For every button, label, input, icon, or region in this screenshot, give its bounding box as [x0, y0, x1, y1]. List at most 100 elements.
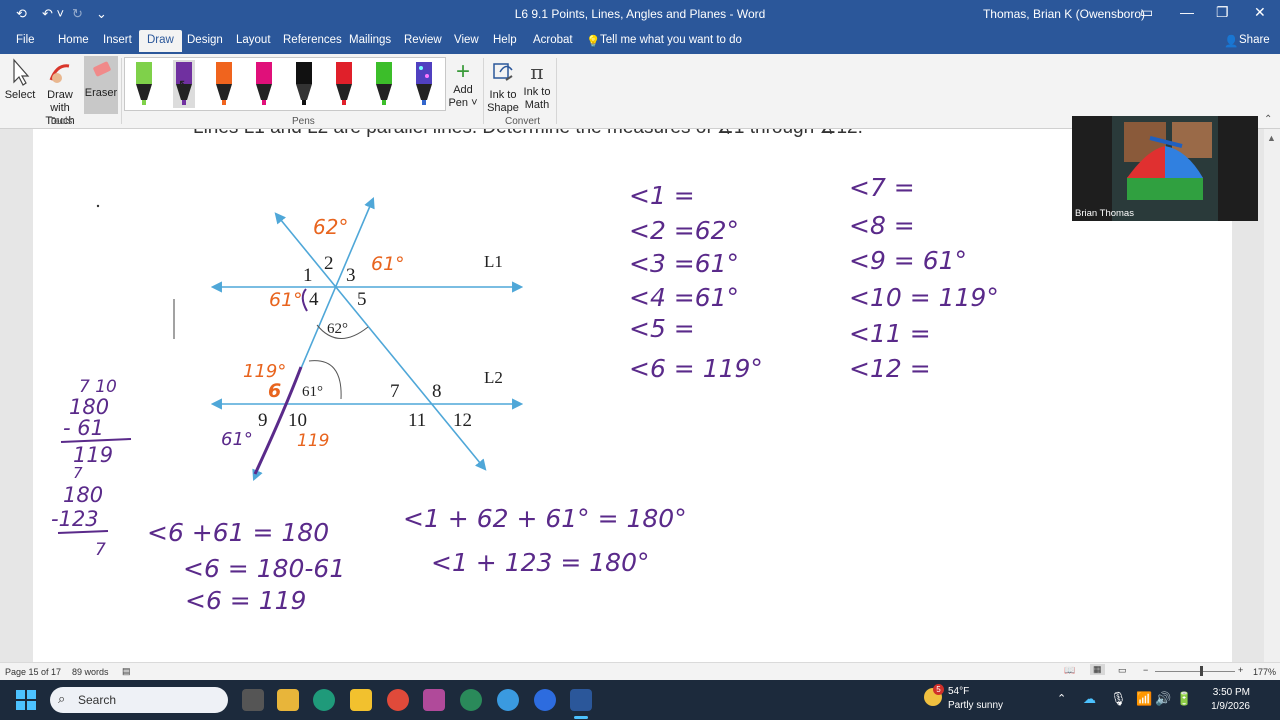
ink-61-right: 61°	[371, 253, 405, 275]
pen-highlighter-green[interactable]	[133, 60, 155, 108]
eraser-button[interactable]: Eraser	[84, 56, 118, 114]
web-layout-icon[interactable]: ▭	[1118, 665, 1127, 676]
ink-to-math-button[interactable]: π Ink to Math	[521, 58, 553, 112]
word-count[interactable]: 89 words	[72, 667, 109, 677]
label-61-degrees: 61°	[302, 384, 323, 400]
show-hidden-icons-icon[interactable]: ⌃	[1057, 692, 1066, 705]
page-count[interactable]: Page 15 of 17	[5, 667, 61, 677]
read-mode-icon[interactable]: 📖	[1064, 665, 1075, 676]
answer-angle-9: <9 = 61°	[849, 246, 967, 275]
pen-orange[interactable]	[213, 60, 235, 108]
title-bar: ⟲ ↶ ˅ ↻ ⌄ L6 9.1 Points, Lines, Angles a…	[0, 0, 1280, 28]
calc-minus-123: -123	[51, 507, 99, 531]
video-thumbnail[interactable]: Brian Thomas	[1072, 116, 1258, 221]
maximize-icon[interactable]: ❐	[1216, 4, 1229, 21]
volume-icon[interactable]: 🔊	[1155, 691, 1171, 707]
close-icon[interactable]: ✕	[1254, 4, 1266, 21]
pen-galaxy[interactable]	[413, 60, 435, 108]
vertical-scrollbar[interactable]: ▲	[1264, 129, 1280, 662]
pen-black[interactable]	[293, 60, 315, 108]
pen-red[interactable]	[333, 60, 355, 108]
equation-line-2: <6 = 180-61	[183, 554, 345, 583]
tab-layout[interactable]: Layout	[236, 34, 271, 46]
add-pen-label-2: Pen ˅	[448, 97, 478, 109]
onedrive-icon[interactable]: ☁	[1083, 691, 1096, 707]
minimize-icon[interactable]: —	[1180, 4, 1194, 20]
tools-group-label: Tools	[49, 116, 73, 127]
wifi-icon[interactable]: 📶	[1136, 691, 1152, 707]
share-button[interactable]: Share	[1239, 34, 1270, 46]
label-62-degrees: 62°	[327, 321, 348, 337]
clock-date[interactable]: 1/9/2026	[1200, 701, 1250, 712]
ink-61-bottom: 61°	[221, 429, 253, 450]
zoom-out-icon[interactable]: −	[1143, 665, 1148, 675]
snipping-tool-icon[interactable]	[423, 689, 445, 711]
calc-180-2: 180	[63, 483, 103, 507]
eraser-label: Eraser	[84, 87, 118, 99]
zoom-slider[interactable]	[1155, 671, 1235, 672]
taskbar-search[interactable]: ⌕ Search	[50, 687, 228, 713]
task-view-icon[interactable]	[242, 689, 264, 711]
active-app-indicator	[574, 716, 588, 719]
mouse-cursor-icon: ↖	[178, 76, 190, 92]
tab-design[interactable]: Design	[187, 34, 223, 46]
print-layout-icon[interactable]: ▦	[1090, 664, 1105, 675]
tab-draw[interactable]: Draw	[139, 30, 182, 52]
collapse-ribbon-icon[interactable]: ⌃	[1264, 114, 1272, 125]
tab-insert[interactable]: Insert	[103, 34, 132, 46]
proofing-icon[interactable]: ▤	[122, 666, 131, 677]
account-name[interactable]: Thomas, Brian K (Owensboro)	[983, 7, 1145, 21]
label-8: 8	[432, 381, 442, 402]
select-button[interactable]: Select	[4, 58, 36, 101]
file-explorer-icon[interactable]	[350, 689, 372, 711]
equation-line-3: <6 = 119	[185, 586, 306, 615]
document-page[interactable]: Lines L1 and L2 are parallel lines. Dete…	[33, 129, 1232, 662]
zoom-level[interactable]: 177%	[1253, 667, 1276, 677]
store-icon[interactable]	[277, 689, 299, 711]
scroll-up-icon[interactable]: ▲	[1267, 133, 1276, 143]
tab-help[interactable]: Help	[493, 34, 517, 46]
add-pen-button[interactable]: + Add Pen ˅	[448, 60, 478, 110]
battery-icon[interactable]: 🔋	[1176, 691, 1192, 707]
tab-home[interactable]: Home	[58, 34, 89, 46]
zoom-slider-handle[interactable]	[1200, 666, 1203, 676]
zoom-in-icon[interactable]: +	[1238, 665, 1243, 675]
divider	[556, 58, 557, 124]
tab-view[interactable]: View	[454, 34, 479, 46]
ribbon-display-options-icon[interactable]: ▭	[1140, 4, 1153, 21]
participant-name: Brian Thomas	[1075, 208, 1134, 219]
weather-desc[interactable]: Partly sunny	[948, 700, 1003, 711]
divider	[483, 58, 484, 124]
zoom-app-icon[interactable]	[534, 689, 556, 711]
draw-touch-label-1: Draw with	[47, 89, 73, 114]
onscreen-app-icon[interactable]	[460, 689, 482, 711]
pen-magenta[interactable]	[253, 60, 275, 108]
windows-start-icon[interactable]	[16, 690, 36, 710]
calc-borrow-2: 7	[73, 464, 83, 482]
divider	[121, 58, 122, 124]
pen-green[interactable]	[373, 60, 395, 108]
tab-file[interactable]: File	[16, 34, 35, 46]
answer-angle-2: <2 =62°	[629, 216, 739, 245]
select-label: Select	[4, 89, 36, 101]
word-app-icon[interactable]	[570, 689, 592, 711]
chrome-icon[interactable]	[387, 689, 409, 711]
microphone-icon[interactable]: 🎙	[1110, 691, 1127, 707]
calc-underline	[57, 530, 109, 534]
answer-angle-11: <11 =	[849, 319, 931, 348]
weather-badge: 5	[933, 684, 944, 695]
tab-references[interactable]: References	[283, 34, 342, 46]
ink-to-shape-button[interactable]: Ink to Shape	[487, 58, 519, 115]
answer-angle-1: <1 =	[629, 181, 695, 210]
tell-me-search[interactable]: Tell me what you want to do	[600, 34, 742, 46]
answer-angle-10: <10 = 119°	[849, 283, 999, 312]
weather-temp[interactable]: 54°F	[948, 686, 969, 697]
tab-review[interactable]: Review	[404, 34, 442, 46]
label-l2: L2	[484, 368, 503, 387]
chrome-profile-icon[interactable]	[497, 689, 519, 711]
edge-icon[interactable]	[313, 689, 335, 711]
calc-result-7: 7	[95, 540, 106, 560]
tab-mailings[interactable]: Mailings	[349, 34, 391, 46]
tab-acrobat[interactable]: Acrobat	[533, 34, 573, 46]
clock-time[interactable]: 3:50 PM	[1200, 687, 1250, 698]
